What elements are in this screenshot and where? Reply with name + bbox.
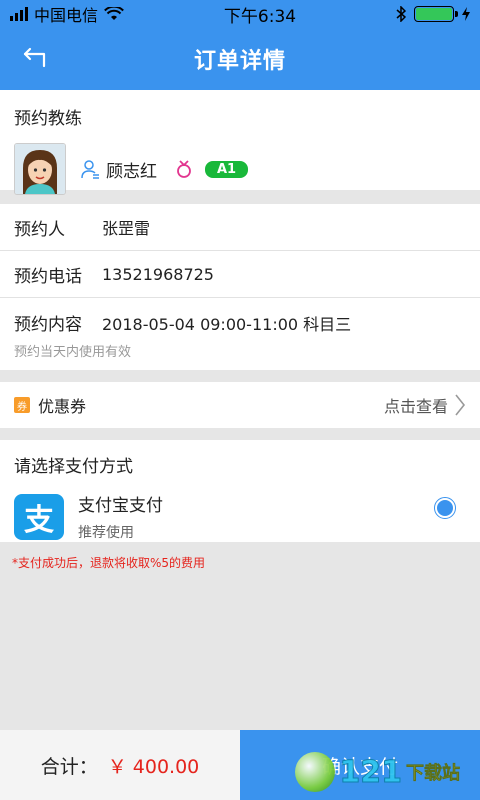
pay-method-sub: 推荐使用 — [78, 525, 134, 541]
payment-section: 请选择支付方式 支 支付宝支付 推荐使用 — [0, 440, 480, 542]
user-icon — [81, 160, 99, 179]
total-area: 合计： ￥ 400.00 — [0, 730, 240, 800]
coupon-icon: 券 — [14, 397, 30, 413]
coupon-row[interactable]: 券 优惠券 点击查看 — [0, 382, 480, 428]
charging-icon — [461, 7, 470, 21]
content-note: 预约当天内使用有效 — [14, 345, 132, 360]
refund-note: *支付成功后，退款将收取%5的费用 — [12, 556, 206, 570]
alipay-logo-icon: 支 — [14, 493, 64, 540]
coach-name-text: 顾志红 — [106, 161, 157, 182]
content-label: 预约内容 — [14, 315, 82, 335]
watermark-number: 121 — [339, 754, 403, 790]
phone-value: 13521968725 — [102, 264, 214, 284]
chevron-right-icon[interactable] — [454, 393, 466, 417]
phone-label: 预约电话 — [14, 266, 82, 287]
watermark-text: 下载站 — [406, 763, 461, 785]
bottom-bar: 合计： ￥ 400.00 确认支付 121 下载站 — [0, 730, 480, 800]
content-value: 2018-05-04 09:00-11:00 科目三 — [102, 314, 352, 334]
alipay-radio[interactable] — [434, 497, 456, 519]
booker-label: 预约人 — [14, 219, 65, 240]
booking-info: 预约人 张罡雷 预约电话 13521968725 预约内容 2018-05-04… — [0, 204, 480, 370]
watermark-logo-icon — [295, 752, 336, 792]
level-badge: A1 — [205, 160, 249, 178]
confirm-pay-button[interactable]: 确认支付 121 下载站 — [240, 730, 480, 800]
status-bar: 中国电信 下午6:34 — [0, 0, 480, 28]
booker-value: 张罡雷 — [102, 219, 151, 238]
bluetooth-icon — [396, 6, 406, 22]
payment-section-title: 请选择支付方式 — [14, 457, 133, 477]
total-label: 合计： — [40, 755, 98, 778]
clock: 下午6:34 — [223, 6, 297, 27]
nav-bar: 订单详情 — [0, 28, 480, 90]
signal-icon — [10, 7, 28, 21]
total-amount: ￥ 400.00 — [107, 755, 200, 778]
coupon-label: 优惠券 — [38, 397, 87, 416]
back-arrow-icon[interactable] — [22, 46, 50, 70]
wifi-icon — [104, 7, 124, 20]
coach-section: 预约教练 顾志红 A1 — [0, 90, 480, 195]
alipay-option[interactable]: 支 支付宝支付 推荐使用 — [14, 491, 466, 542]
pay-method-name: 支付宝支付 — [78, 496, 163, 516]
carrier-label: 中国电信 — [34, 6, 99, 25]
battery-icon — [413, 6, 458, 22]
female-icon — [177, 160, 191, 178]
coach-section-title: 预约教练 — [14, 109, 82, 129]
page-title: 订单详情 — [193, 49, 286, 74]
watermark: 121 下载站 — [295, 752, 460, 792]
avatar[interactable] — [14, 143, 66, 195]
coach-name: 顾志红 — [80, 157, 157, 182]
phone-row: 预约电话 13521968725 — [0, 251, 480, 298]
coupon-action[interactable]: 点击查看 — [384, 393, 448, 417]
content-row: 预约内容 2018-05-04 09:00-11:00 科目三 预约当天内使用有… — [0, 298, 480, 370]
booker-row: 预约人 张罡雷 — [0, 204, 480, 251]
